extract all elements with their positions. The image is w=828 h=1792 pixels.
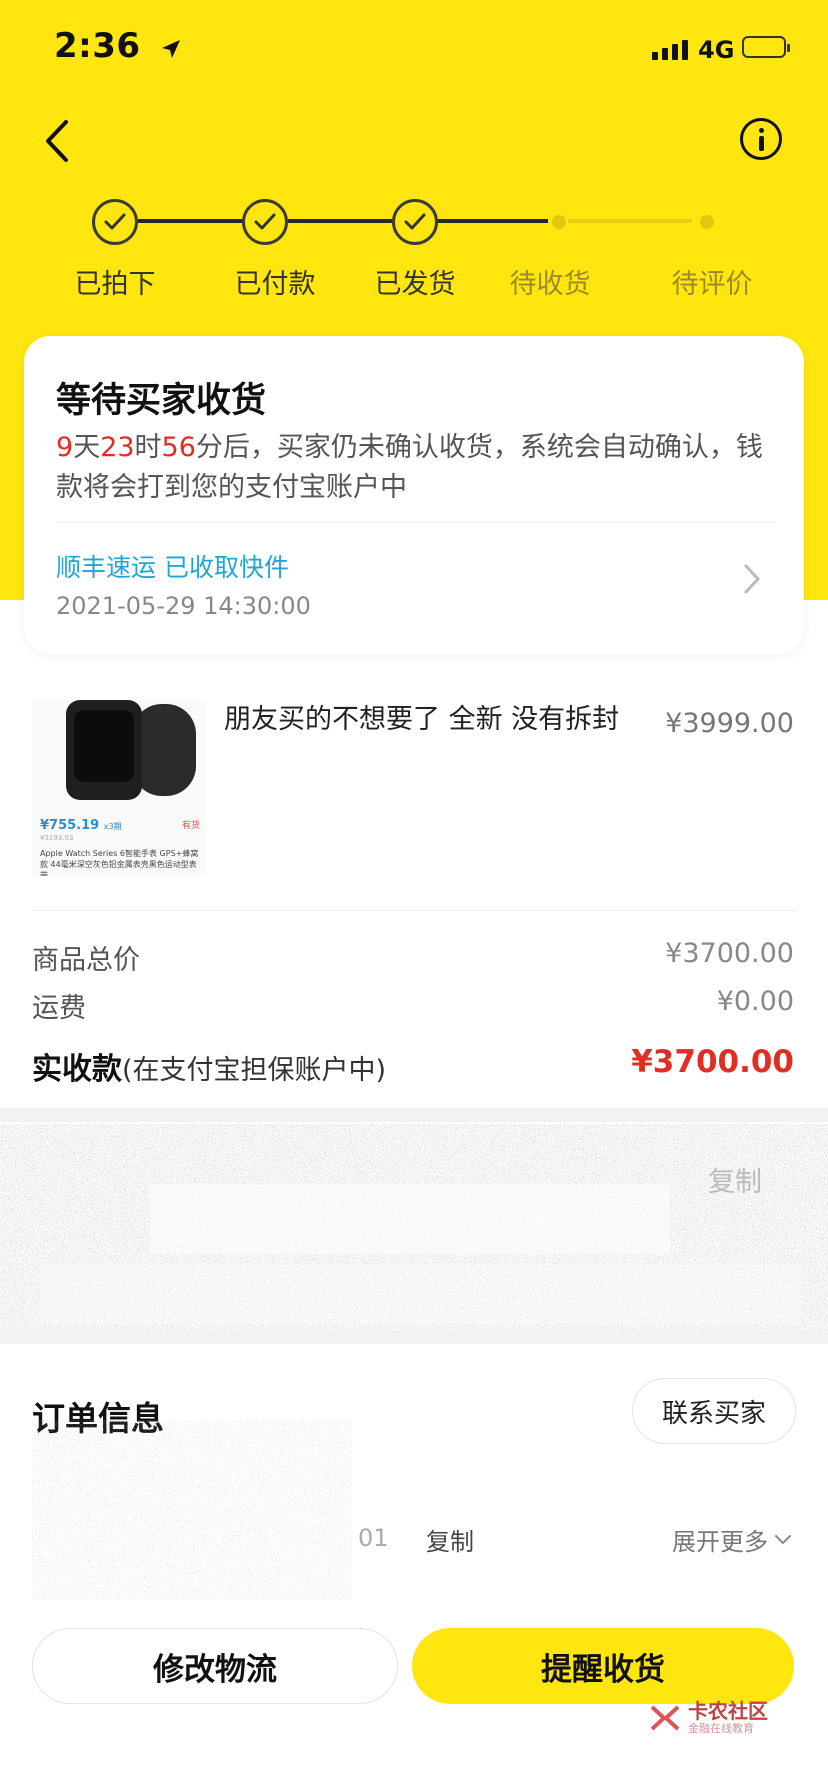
copy-address-button[interactable]: 复制 bbox=[708, 1160, 762, 1199]
watermark-logo-icon bbox=[650, 1705, 680, 1731]
divider bbox=[32, 910, 796, 911]
shipping-value: ¥0.00 bbox=[716, 986, 794, 1017]
watch-case bbox=[66, 700, 142, 800]
step-check-icon bbox=[392, 199, 438, 245]
countdown-hours: 23 bbox=[100, 432, 135, 463]
received-note: (在支付宝担保账户中) bbox=[122, 1055, 387, 1086]
logistics-time: 2021-05-29 14:30:00 bbox=[56, 592, 311, 620]
image-tag: 有货 bbox=[182, 821, 201, 831]
expand-more-button[interactable]: 展开更多 bbox=[672, 1522, 792, 1557]
step-pending-dot bbox=[552, 215, 566, 229]
step-check-icon bbox=[242, 199, 288, 245]
status-time: 2:36 bbox=[54, 26, 141, 66]
step-pending-dot bbox=[700, 215, 714, 229]
progress-track-done bbox=[438, 219, 548, 223]
product-image[interactable]: ¥755.19 x3期 有货 ¥3193.03 Apple Watch Seri… bbox=[32, 700, 206, 876]
step-label: 已拍下 bbox=[74, 269, 156, 300]
divider bbox=[56, 522, 776, 523]
image-caption: Apple Watch Series 6智能手表 GPS+蜂窝款 44毫米深空灰… bbox=[40, 849, 199, 876]
progress-track-done bbox=[138, 219, 242, 223]
image-subprice: ¥3193.03 bbox=[40, 834, 74, 842]
modify-logistics-button[interactable]: 修改物流 bbox=[32, 1628, 398, 1704]
step-label: 待评价 bbox=[671, 269, 753, 300]
step-check-icon bbox=[92, 199, 138, 245]
redacted-address bbox=[0, 1124, 828, 1330]
remind-receipt-button[interactable]: 提醒收货 bbox=[412, 1628, 794, 1704]
countdown-day-unit: 天 bbox=[73, 432, 101, 463]
network-type: 4G bbox=[698, 36, 735, 64]
goods-total-label: 商品总价 bbox=[32, 945, 140, 976]
goods-total-value: ¥3700.00 bbox=[665, 938, 794, 969]
watermark: 卡农社区 金融在线教育 bbox=[648, 1700, 768, 1736]
received-amount: ¥3700.00 bbox=[631, 1044, 794, 1080]
expand-more-label: 展开更多 bbox=[672, 1528, 768, 1556]
step-label: 待收货 bbox=[509, 269, 591, 300]
step-label: 已付款 bbox=[234, 269, 316, 300]
image-price: ¥755.19 x3期 bbox=[40, 818, 122, 833]
received-label: 实收款(在支付宝担保账户中) bbox=[32, 1052, 387, 1087]
order-number-partial: 01 bbox=[358, 1524, 389, 1552]
progress-track-done bbox=[288, 219, 392, 223]
section-gap bbox=[0, 1108, 828, 1122]
contact-buyer-button[interactable]: 联系买家 bbox=[632, 1378, 796, 1444]
copy-order-number-button[interactable]: 复制 bbox=[426, 1522, 474, 1557]
cellular-signal-icon bbox=[652, 40, 688, 60]
countdown-minute-unit: 分后， bbox=[195, 432, 277, 463]
product-price: ¥3999.00 bbox=[665, 708, 794, 739]
battery-icon bbox=[742, 36, 790, 58]
location-arrow-icon bbox=[162, 40, 180, 58]
chevron-down-icon bbox=[775, 1534, 791, 1544]
watermark-title: 卡农社区 bbox=[688, 1699, 768, 1723]
logistics-status[interactable]: 顺丰速运 已收取快件 bbox=[56, 548, 289, 584]
product-title[interactable]: 朋友买的不想要了 全新 没有拆封 bbox=[224, 700, 624, 740]
section-gap bbox=[0, 1330, 828, 1344]
info-icon[interactable] bbox=[740, 118, 782, 160]
shipping-label: 运费 bbox=[32, 993, 86, 1024]
redaction-scribble bbox=[32, 1420, 352, 1600]
status-description: 9天23时56分后，买家仍未确认收货，系统会自动确认，钱款将会打到您的支付宝账户… bbox=[56, 428, 776, 508]
chevron-right-icon[interactable] bbox=[742, 562, 762, 596]
redaction-scribble bbox=[0, 1124, 828, 1330]
back-icon[interactable] bbox=[38, 116, 78, 166]
watermark-subtitle: 金融在线教育 bbox=[688, 1722, 754, 1735]
countdown-hour-unit: 时 bbox=[134, 432, 162, 463]
status-title: 等待买家收货 bbox=[56, 381, 267, 421]
progress-track-pending bbox=[568, 219, 692, 223]
order-status-card: 等待买家收货 9天23时56分后，买家仍未确认收货，系统会自动确认，钱款将会打到… bbox=[24, 336, 804, 654]
countdown-minutes: 56 bbox=[161, 432, 196, 463]
countdown-days: 9 bbox=[56, 432, 74, 463]
